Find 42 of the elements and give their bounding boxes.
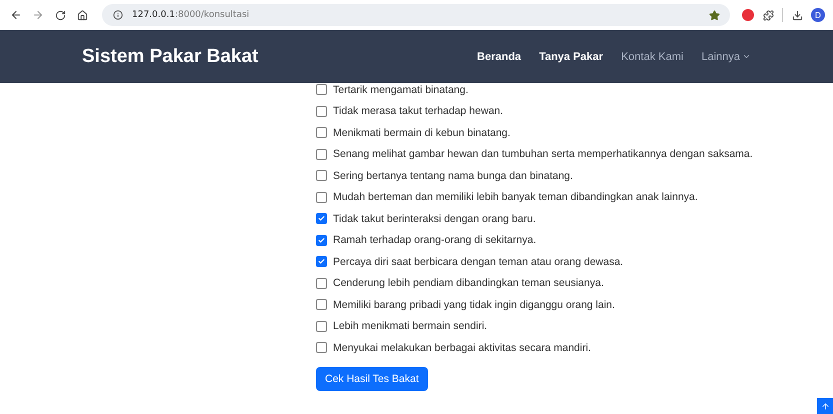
- checkbox[interactable]: [316, 148, 327, 160]
- brand-title: Sistem Pakar Bakat: [82, 46, 258, 68]
- url-text: 127.0.0.1:8000/konsultasi: [132, 10, 250, 20]
- checkbox[interactable]: [316, 84, 327, 96]
- question-text: Lebih menikmati bermain sendiri.: [333, 320, 488, 332]
- question-text: Percaya diri saat berbicara dengan teman atau orang dewasa.: [333, 256, 624, 268]
- checkbox[interactable]: [316, 106, 327, 117]
- profile-avatar[interactable]: D: [811, 8, 825, 22]
- nav-link[interactable]: Kontak Kami: [621, 50, 684, 62]
- checkmark-icon: [318, 215, 325, 222]
- checkbox[interactable]: [316, 299, 327, 310]
- question-text: Mudah berteman dan memiliki lebih banyak teman dibandingkan anak lainnya.: [333, 191, 698, 204]
- checkmark-icon: [318, 236, 325, 244]
- nav-link[interactable]: Tanya Pakar: [539, 50, 604, 62]
- question-text: Cenderung lebih pendiam dibandingkan teman seusianya.: [333, 277, 604, 290]
- question-text: Tidak merasa takut terhadap hewan.: [333, 105, 504, 118]
- checkbox[interactable]: [316, 213, 327, 224]
- question-text: Menikmati bermain di kebun binatang.: [333, 126, 510, 139]
- nav-link[interactable]: Lainnya: [701, 50, 751, 62]
- scroll-top-button[interactable]: [817, 398, 833, 414]
- checkbox[interactable]: [316, 278, 327, 289]
- submit-button[interactable]: Cek Hasil Tes Bakat: [316, 366, 428, 390]
- extension-icon[interactable]: [742, 9, 754, 21]
- checkbox[interactable]: [316, 192, 327, 203]
- checkmark-icon: [318, 258, 325, 266]
- question-text: Memiliki barang pribadi yang tidak ingin diganggu orang lain.: [333, 298, 615, 311]
- question-text: Tidak takut berinteraksi dengan orang baru.: [333, 212, 536, 225]
- arrow-up-icon: [820, 402, 830, 410]
- question-text: Tertarik mengamati binatang.: [333, 84, 468, 96]
- checkbox[interactable]: [316, 256, 327, 268]
- address-bar[interactable]: 127.0.0.1:8000/konsultasi: [102, 4, 730, 26]
- question-text: Ramah terhadap orang-orang di sekitarnya.: [333, 234, 536, 246]
- question-text: Menyukai melakukan berbagai aktivitas secara mandiri.: [333, 342, 591, 354]
- checkbox[interactable]: [316, 320, 327, 332]
- nav-link[interactable]: Beranda: [477, 50, 522, 62]
- chevron-icon: [742, 52, 751, 61]
- question-text: Senang melihat gambar hewan dan tumbuhan serta memperhatikannya dengan saksama.: [333, 148, 753, 160]
- checkbox[interactable]: [316, 170, 327, 182]
- question-text: Sering bertanya tentang nama bunga dan binatang.: [333, 170, 573, 182]
- checkbox[interactable]: [316, 234, 327, 246]
- checkbox[interactable]: [316, 127, 327, 138]
- checkbox[interactable]: [316, 342, 327, 354]
